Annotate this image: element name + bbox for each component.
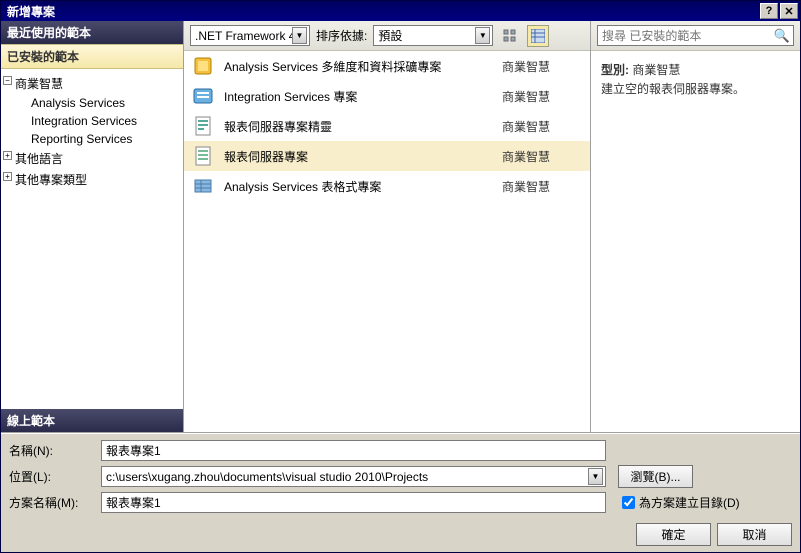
template-list[interactable]: Analysis Services 多維度和資料採礦專案商業智慧Integrat… <box>184 51 590 432</box>
template-toolbar: .NET Framework 4 ▼ 排序依據: 預設 ▼ <box>184 21 590 51</box>
tree-node-rs[interactable]: Reporting Services <box>3 130 181 148</box>
name-input[interactable] <box>101 440 606 461</box>
template-category: 商業智慧 <box>502 178 582 195</box>
template-row[interactable]: Analysis Services 多維度和資料採礦專案商業智慧 <box>184 51 590 81</box>
template-icon <box>192 145 214 167</box>
create-dir-checkbox-label[interactable]: 為方案建立目錄(D) <box>622 494 740 511</box>
chevron-down-icon: ▼ <box>588 468 603 485</box>
create-dir-checkbox[interactable] <box>622 496 635 509</box>
template-description: 型別: 商業智慧 建立空的報表伺服器專案。 <box>591 51 800 432</box>
search-bar: 🔍 <box>591 21 800 51</box>
sort-by-label: 排序依據: <box>316 27 367 44</box>
template-icon <box>192 115 214 137</box>
new-project-dialog: 新增專案 ? ✕ 最近使用的範本 已安裝的範本 − 商業智慧 Analysis … <box>0 0 801 553</box>
bottom-form: 名稱(N): 位置(L): c:\users\xugang.zhou\docum… <box>1 433 800 552</box>
template-icon <box>192 55 214 77</box>
close-button[interactable]: ✕ <box>780 3 798 19</box>
template-name: 報表伺服器專案精靈 <box>224 118 502 135</box>
tree-node-as[interactable]: Analysis Services <box>3 94 181 112</box>
template-panel: .NET Framework 4 ▼ 排序依據: 預設 ▼ Anal <box>184 21 590 432</box>
titlebar: 新增專案 ? ✕ <box>1 1 800 21</box>
details-view-button[interactable] <box>527 25 549 47</box>
location-combo[interactable]: c:\users\xugang.zhou\documents\visual st… <box>101 466 606 487</box>
template-row[interactable]: 報表伺服器專案商業智慧 <box>184 141 590 171</box>
template-category: 商業智慧 <box>502 118 582 135</box>
description-panel: 🔍 型別: 商業智慧 建立空的報表伺服器專案。 <box>590 21 800 432</box>
solution-name-label: 方案名稱(M): <box>9 494 101 511</box>
small-icons-view-button[interactable] <box>499 25 521 47</box>
recent-templates-header[interactable]: 最近使用的範本 <box>1 21 183 44</box>
ok-button[interactable]: 確定 <box>636 523 711 546</box>
location-label: 位置(L): <box>9 468 101 485</box>
sort-select[interactable]: 預設 ▼ <box>373 25 493 46</box>
template-category: 商業智慧 <box>502 148 582 165</box>
template-icon <box>192 85 214 107</box>
template-name: Integration Services 專案 <box>224 88 502 105</box>
name-label: 名稱(N): <box>9 442 101 459</box>
template-name: Analysis Services 多維度和資料採礦專案 <box>224 58 502 75</box>
expand-icon[interactable]: + <box>3 151 12 160</box>
help-button[interactable]: ? <box>760 3 778 19</box>
small-grid-icon <box>503 29 517 43</box>
search-input[interactable] <box>597 25 794 46</box>
type-label: 型別: <box>601 63 629 77</box>
tree-node-other-type[interactable]: + 其他專案類型 <box>3 169 181 190</box>
search-icon[interactable]: 🔍 <box>774 28 790 44</box>
list-icon <box>531 29 545 43</box>
chevron-down-icon: ▼ <box>475 27 490 44</box>
template-name: Analysis Services 表格式專案 <box>224 178 502 195</box>
left-panel: 最近使用的範本 已安裝的範本 − 商業智慧 Analysis Services … <box>1 21 184 432</box>
template-row[interactable]: Integration Services 專案商業智慧 <box>184 81 590 111</box>
solution-name-input[interactable] <box>101 492 606 513</box>
expand-icon[interactable]: − <box>3 76 12 85</box>
browse-button[interactable]: 瀏覽(B)... <box>618 465 693 488</box>
template-row[interactable]: Analysis Services 表格式專案商業智慧 <box>184 171 590 201</box>
tree-node-other-lang[interactable]: + 其他語言 <box>3 148 181 169</box>
expand-icon[interactable]: + <box>3 172 12 181</box>
template-category: 商業智慧 <box>502 58 582 75</box>
online-templates-header[interactable]: 線上範本 <box>1 409 183 432</box>
framework-select[interactable]: .NET Framework 4 ▼ <box>190 25 310 46</box>
tree-node-bi[interactable]: − 商業智慧 <box>3 73 181 94</box>
template-category: 商業智慧 <box>502 88 582 105</box>
template-name: 報表伺服器專案 <box>224 148 502 165</box>
tree-node-is[interactable]: Integration Services <box>3 112 181 130</box>
template-icon <box>192 175 214 197</box>
chevron-down-icon: ▼ <box>292 27 307 44</box>
type-value: 商業智慧 <box>632 63 680 77</box>
description-text: 建立空的報表伺服器專案。 <box>601 80 790 99</box>
dialog-title: 新增專案 <box>3 3 758 20</box>
template-row[interactable]: 報表伺服器專案精靈商業智慧 <box>184 111 590 141</box>
installed-templates-header[interactable]: 已安裝的範本 <box>1 44 183 69</box>
cancel-button[interactable]: 取消 <box>717 523 792 546</box>
template-tree: − 商業智慧 Analysis Services Integration Ser… <box>1 69 183 409</box>
